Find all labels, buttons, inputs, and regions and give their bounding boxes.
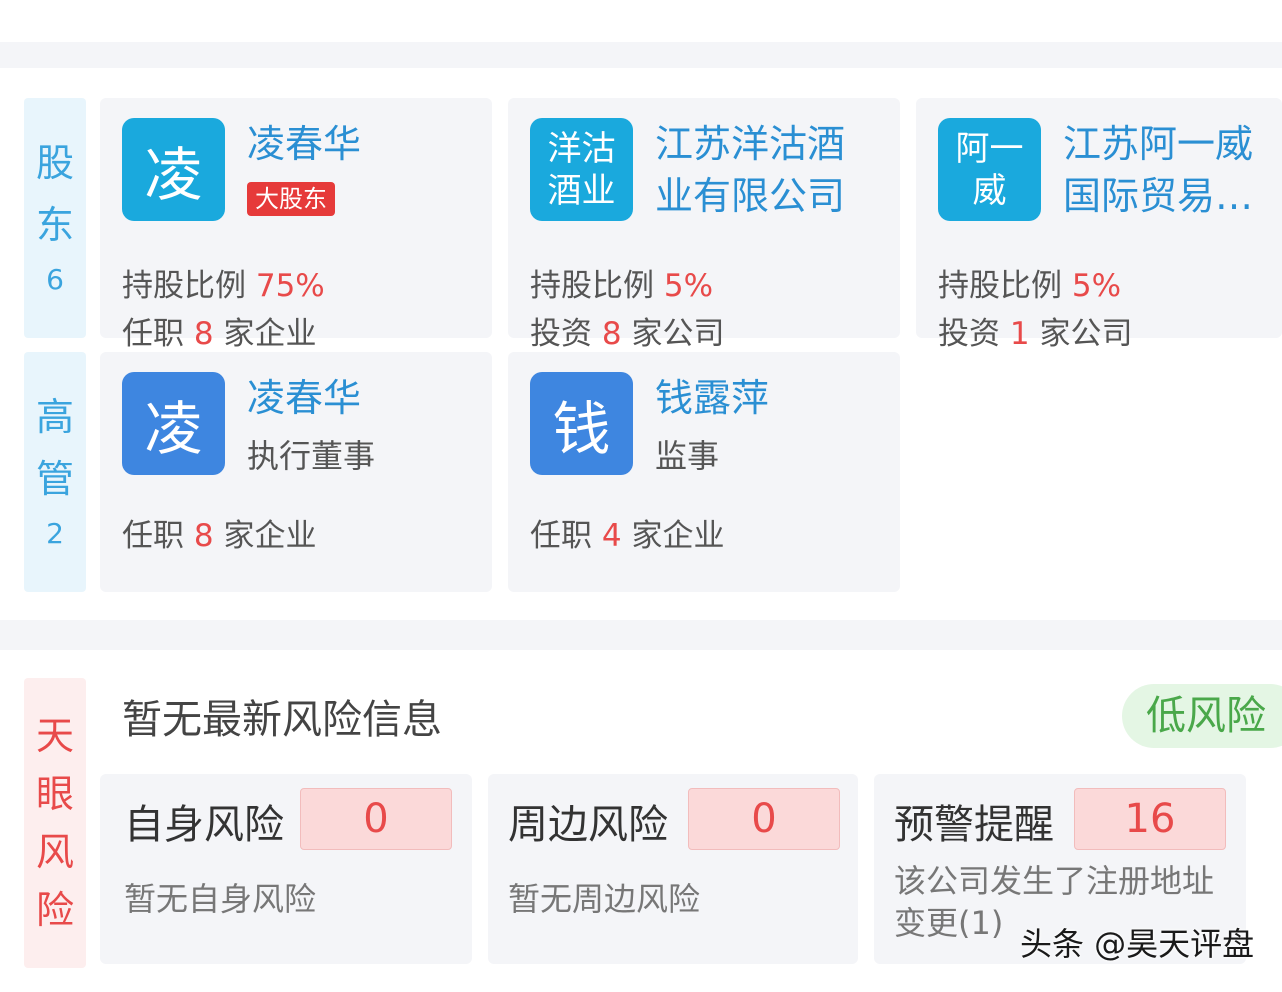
people-panel: 股东 6 凌 凌春华 大股东 持股比例 75% 任职 8 家企业 洋沽酒业 江苏… [0, 68, 1282, 620]
positions-count: 8 [193, 518, 214, 554]
positions-suffix: 家企业 [631, 518, 725, 554]
tianyan-risk-label: 天眼风险 [35, 714, 74, 932]
avatar: 洋沽酒业 [530, 118, 633, 221]
investments-suffix: 家公司 [1039, 316, 1133, 352]
risk-name: 周边风险 [508, 802, 668, 848]
shareholder-name[interactable]: 江苏洋沽酒业有限公司 [655, 118, 875, 222]
positions-suffix: 家企业 [223, 518, 317, 554]
avatar-text: 阿一威 [955, 128, 1024, 211]
executive-role: 执行董事 [247, 437, 376, 475]
executives-label: 高管 [35, 395, 74, 501]
shareholder-card[interactable]: 阿一威 江苏阿一威国际贸易… 持股比例 5% 投资 1 家公司 [916, 98, 1282, 352]
major-shareholder-badge: 大股东 [247, 182, 335, 216]
avatar: 凌 [122, 372, 225, 475]
share-ratio: 持股比例 5% [530, 266, 713, 306]
avatar: 阿一威 [938, 118, 1041, 221]
investments: 投资 1 家公司 [938, 314, 1132, 354]
investments-count: 1 [1009, 316, 1030, 352]
ratio-label: 持股比例 [938, 268, 1062, 304]
positions-prefix: 任职 [122, 518, 184, 554]
surrounding-risk-card[interactable]: 周边风险 0 暂无周边风险 [488, 774, 858, 964]
tianyan-risk-tab[interactable]: 天眼风险 [24, 678, 86, 968]
positions-held: 任职 4 家企业 [530, 516, 724, 556]
ratio-label: 持股比例 [122, 268, 246, 304]
risk-name: 预警提醒 [894, 802, 1054, 848]
risk-desc: 暂无自身风险 [124, 880, 317, 918]
executives-tab[interactable]: 高管 2 [24, 352, 86, 592]
watermark: 头条 @昊天评盘 [1020, 925, 1255, 963]
shareholder-name[interactable]: 江苏阿一威国际贸易… [1063, 118, 1277, 222]
shareholder-card[interactable]: 凌 凌春华 大股东 持股比例 75% 任职 8 家企业 [100, 98, 492, 352]
avatar: 钱 [530, 372, 633, 475]
shareholders-label: 股东 [35, 141, 74, 247]
executive-name[interactable]: 凌春华 [247, 372, 361, 424]
risk-count: 0 [688, 788, 840, 850]
positions-count: 8 [193, 316, 214, 352]
executive-card[interactable]: 凌 凌春华 执行董事 任职 8 家企业 [100, 352, 492, 592]
ratio-value: 5% [1071, 268, 1122, 304]
executive-role: 监事 [655, 437, 720, 475]
investments-count: 8 [601, 316, 622, 352]
positions-count: 4 [601, 518, 622, 554]
positions-prefix: 任职 [122, 316, 184, 352]
shareholders-count: 6 [46, 263, 64, 296]
risk-desc: 暂无周边风险 [508, 880, 701, 918]
share-ratio: 持股比例 5% [938, 266, 1121, 306]
ratio-value: 5% [663, 268, 714, 304]
positions-suffix: 家企业 [223, 316, 317, 352]
shareholder-card[interactable]: 洋沽酒业 江苏洋沽酒业有限公司 持股比例 5% 投资 8 家公司 [508, 98, 900, 352]
self-risk-card[interactable]: 自身风险 0 暂无自身风险 [100, 774, 472, 964]
risk-level-badge[interactable]: 低风险 [1122, 684, 1282, 748]
share-ratio: 持股比例 75% [122, 266, 325, 306]
investments-prefix: 投资 [938, 316, 1000, 352]
shareholder-name[interactable]: 凌春华 [247, 118, 361, 170]
investments: 投资 8 家公司 [530, 314, 724, 354]
investments-suffix: 家公司 [631, 316, 725, 352]
executive-name[interactable]: 钱露萍 [655, 372, 769, 424]
positions-held: 任职 8 家企业 [122, 516, 316, 556]
risk-name: 自身风险 [124, 802, 284, 848]
risk-summary-title: 暂无最新风险信息 [122, 697, 442, 743]
avatar-text: 洋沽酒业 [547, 128, 616, 211]
executives-count: 2 [46, 517, 64, 550]
avatar: 凌 [122, 118, 225, 221]
ratio-label: 持股比例 [530, 268, 654, 304]
shareholders-tab[interactable]: 股东 6 [24, 98, 86, 338]
positions-prefix: 任职 [530, 518, 592, 554]
risk-count: 16 [1074, 788, 1226, 850]
positions-held: 任职 8 家企业 [122, 314, 316, 354]
investments-prefix: 投资 [530, 316, 592, 352]
ratio-value: 75% [255, 268, 325, 304]
top-strip [0, 0, 1282, 42]
executive-card[interactable]: 钱 钱露萍 监事 任职 4 家企业 [508, 352, 900, 592]
risk-count: 0 [300, 788, 452, 850]
